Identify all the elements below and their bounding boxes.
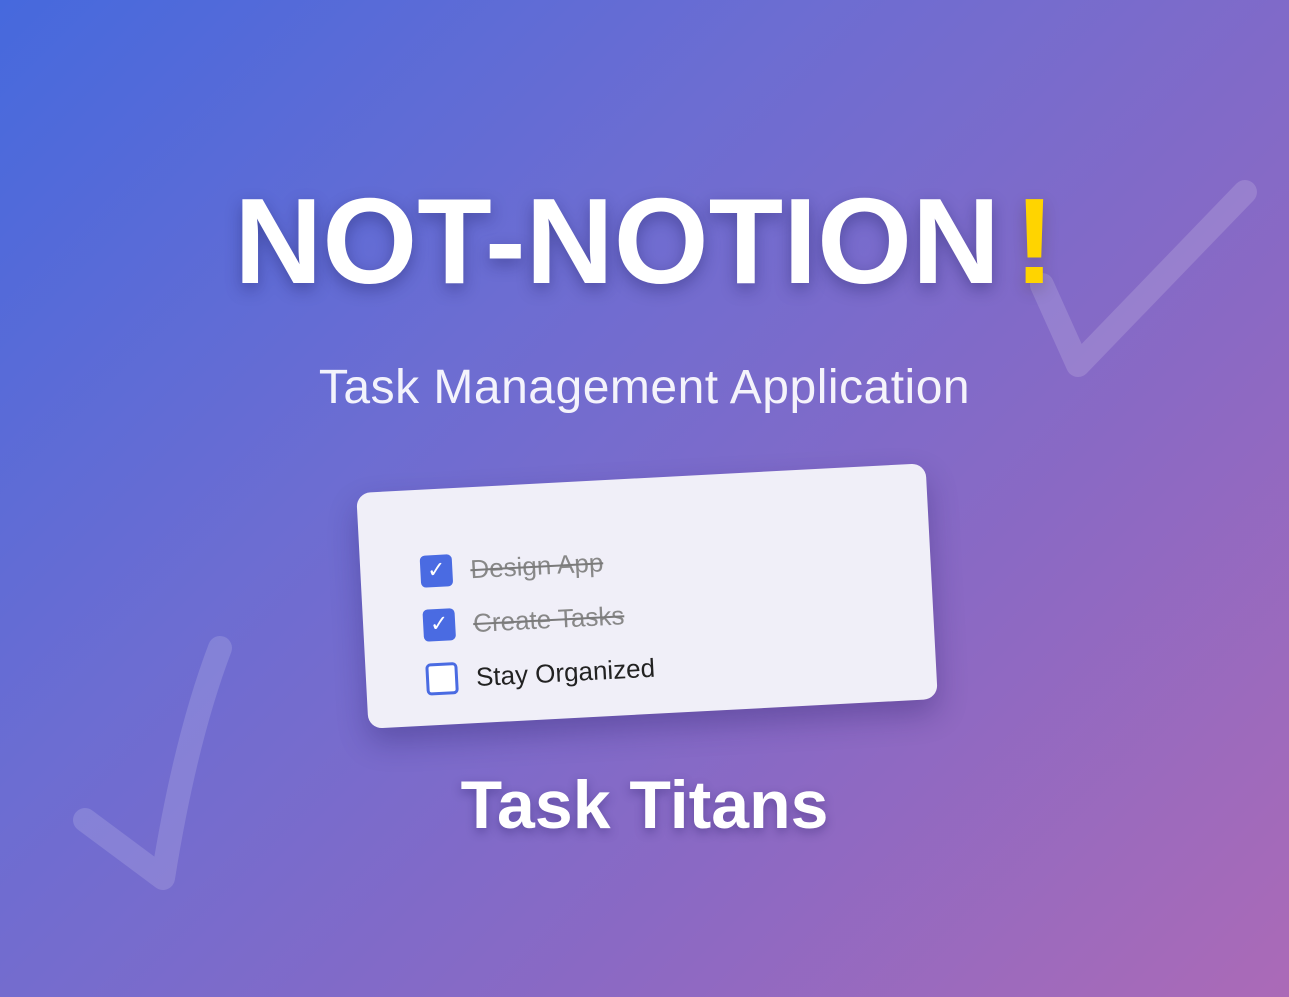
task-label: Stay Organized <box>475 652 656 692</box>
task-label: Design App <box>469 546 604 584</box>
task-checkbox-checked[interactable]: ✓ <box>422 608 457 642</box>
checkmark-icon: ✓ <box>426 557 447 584</box>
team-name: Task Titans <box>460 767 829 843</box>
task-checkbox-checked[interactable]: ✓ <box>419 554 454 588</box>
app-title-main: NOT-NOTION <box>234 173 1001 309</box>
background-checkmark-icon-left <box>73 636 232 890</box>
app-subtitle: Task Management Application <box>318 361 971 414</box>
app-title-exclamation: ! <box>1014 173 1055 309</box>
app-title: NOT-NOTION! <box>0 180 1289 302</box>
task-label: Create Tasks <box>472 599 625 638</box>
task-checkbox-unchecked[interactable] <box>425 662 459 696</box>
task-card: ✓ Design App ✓ Create Tasks Stay Organiz… <box>356 463 938 729</box>
checkmark-icon: ✓ <box>429 611 450 638</box>
